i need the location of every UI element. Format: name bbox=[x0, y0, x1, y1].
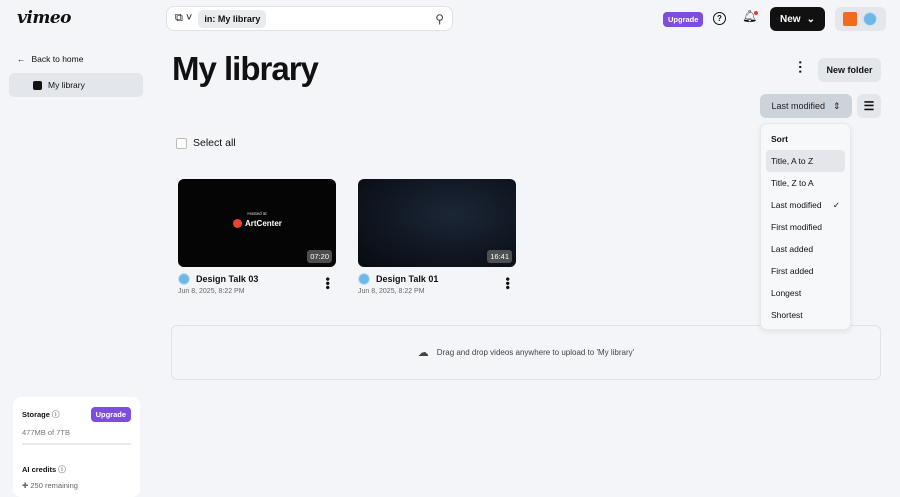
thumb-caption: Hosted at bbox=[247, 211, 267, 216]
search-bar[interactable]: ⧉ ˅ in: My library ⚲ bbox=[166, 6, 453, 31]
checkmark-icon: ✓ bbox=[832, 199, 840, 210]
video-title[interactable]: Design Talk 03 bbox=[196, 274, 258, 284]
video-card[interactable]: 16:41 Design Talk 01 Jun 8, 2025, 8:22 P… bbox=[358, 179, 516, 295]
video-thumbnail[interactable]: Hosted at ArtCenter 07:20 bbox=[178, 179, 336, 267]
back-label: Back to home bbox=[31, 54, 84, 64]
vimeo-logo[interactable]: vimeo bbox=[17, 8, 71, 28]
owner-avatar bbox=[358, 273, 370, 285]
sort-option[interactable]: Shortest bbox=[766, 304, 845, 326]
ai-credits-remaining: 250 remaining bbox=[30, 481, 78, 490]
avatar bbox=[863, 12, 877, 26]
storage-progress-bar bbox=[22, 443, 131, 445]
upload-cloud-icon: ☁︎ bbox=[417, 347, 429, 359]
video-title[interactable]: Design Talk 01 bbox=[376, 274, 438, 284]
info-icon[interactable]: ⓘ bbox=[58, 465, 66, 474]
notifications-bell-icon[interactable]: 🔔︎ bbox=[742, 9, 759, 23]
back-to-home-link[interactable]: ← Back to home bbox=[17, 54, 83, 64]
account-switcher[interactable] bbox=[835, 7, 886, 31]
sort-option[interactable]: First added bbox=[766, 260, 845, 282]
storage-title: Storage bbox=[22, 410, 50, 419]
new-label: New bbox=[780, 13, 801, 25]
new-button[interactable]: New ⌄ bbox=[770, 7, 825, 31]
thumb-brand: ArtCenter bbox=[245, 219, 282, 228]
sidebar-item-label: My library bbox=[48, 80, 85, 90]
checkbox-box[interactable] bbox=[176, 137, 187, 149]
arrow-left-icon: ← bbox=[17, 54, 26, 64]
select-all-checkbox[interactable]: Select all bbox=[176, 137, 236, 149]
owner-avatar bbox=[178, 273, 190, 285]
sort-option[interactable]: Title, Z to A bbox=[766, 172, 845, 194]
sort-option-selected[interactable]: Last modified ✓ bbox=[766, 194, 845, 216]
upload-drop-zone[interactable]: ☁︎ Drag and drop videos anywhere to uploa… bbox=[171, 325, 881, 380]
new-folder-button[interactable]: New folder bbox=[818, 58, 881, 82]
sort-option[interactable]: Longest bbox=[766, 282, 845, 304]
info-icon[interactable]: ⓘ bbox=[52, 410, 60, 419]
sort-menu: Sort Title, A to Z Title, Z to A Last mo… bbox=[760, 123, 851, 330]
page-title: My library bbox=[172, 50, 319, 87]
video-thumbnail[interactable]: 16:41 bbox=[358, 179, 516, 267]
sort-option[interactable]: Last added bbox=[766, 238, 845, 260]
list-view-icon[interactable]: ☰ bbox=[857, 94, 881, 118]
library-icon bbox=[33, 80, 42, 90]
upgrade-button[interactable]: Upgrade bbox=[663, 12, 704, 27]
storage-upgrade-button[interactable]: Upgrade bbox=[90, 407, 131, 422]
duration-badge: 16:41 bbox=[487, 250, 512, 263]
sort-chevrons-icon: ⇕ bbox=[832, 100, 841, 111]
video-date: Jun 8, 2025, 8:22 PM bbox=[178, 288, 245, 295]
video-card[interactable]: Hosted at ArtCenter 07:20 Design Talk 03… bbox=[178, 179, 336, 295]
select-all-label: Select all bbox=[193, 137, 236, 149]
more-options-icon[interactable]: ⋯ bbox=[793, 60, 809, 74]
search-scope-chip[interactable]: in: My library bbox=[198, 9, 267, 28]
storage-panel: Storage ⓘ Upgrade 477MB of 7TB AI credit… bbox=[13, 397, 140, 497]
search-icon[interactable]: ⚲ bbox=[435, 12, 444, 26]
help-icon[interactable]: ? bbox=[713, 12, 726, 25]
sort-menu-heading: Sort bbox=[771, 134, 788, 144]
sort-option[interactable]: Title, A to Z bbox=[766, 150, 845, 172]
sort-label: Last modified bbox=[771, 101, 825, 111]
storage-used: 477MB of 7TB bbox=[22, 428, 70, 437]
sort-dropdown[interactable]: Last modified ⇕ bbox=[760, 94, 852, 118]
library-scope-icon[interactable]: ⧉ ˅ bbox=[175, 12, 192, 25]
credits-icon: ✚ bbox=[22, 481, 29, 490]
team-logo-icon bbox=[843, 12, 857, 26]
sidebar-item-my-library[interactable]: My library bbox=[9, 73, 143, 97]
duration-badge: 07:20 bbox=[307, 250, 332, 263]
drop-text: Drag and drop videos anywhere to upload … bbox=[436, 348, 635, 357]
ai-credits-title: AI credits bbox=[22, 465, 57, 474]
sort-option[interactable]: First modified bbox=[766, 216, 845, 238]
video-date: Jun 8, 2025, 8:22 PM bbox=[358, 288, 425, 295]
video-options-icon[interactable]: ••• bbox=[321, 277, 335, 290]
video-options-icon[interactable]: ••• bbox=[501, 277, 515, 290]
chevron-down-icon: ⌄ bbox=[806, 13, 815, 25]
